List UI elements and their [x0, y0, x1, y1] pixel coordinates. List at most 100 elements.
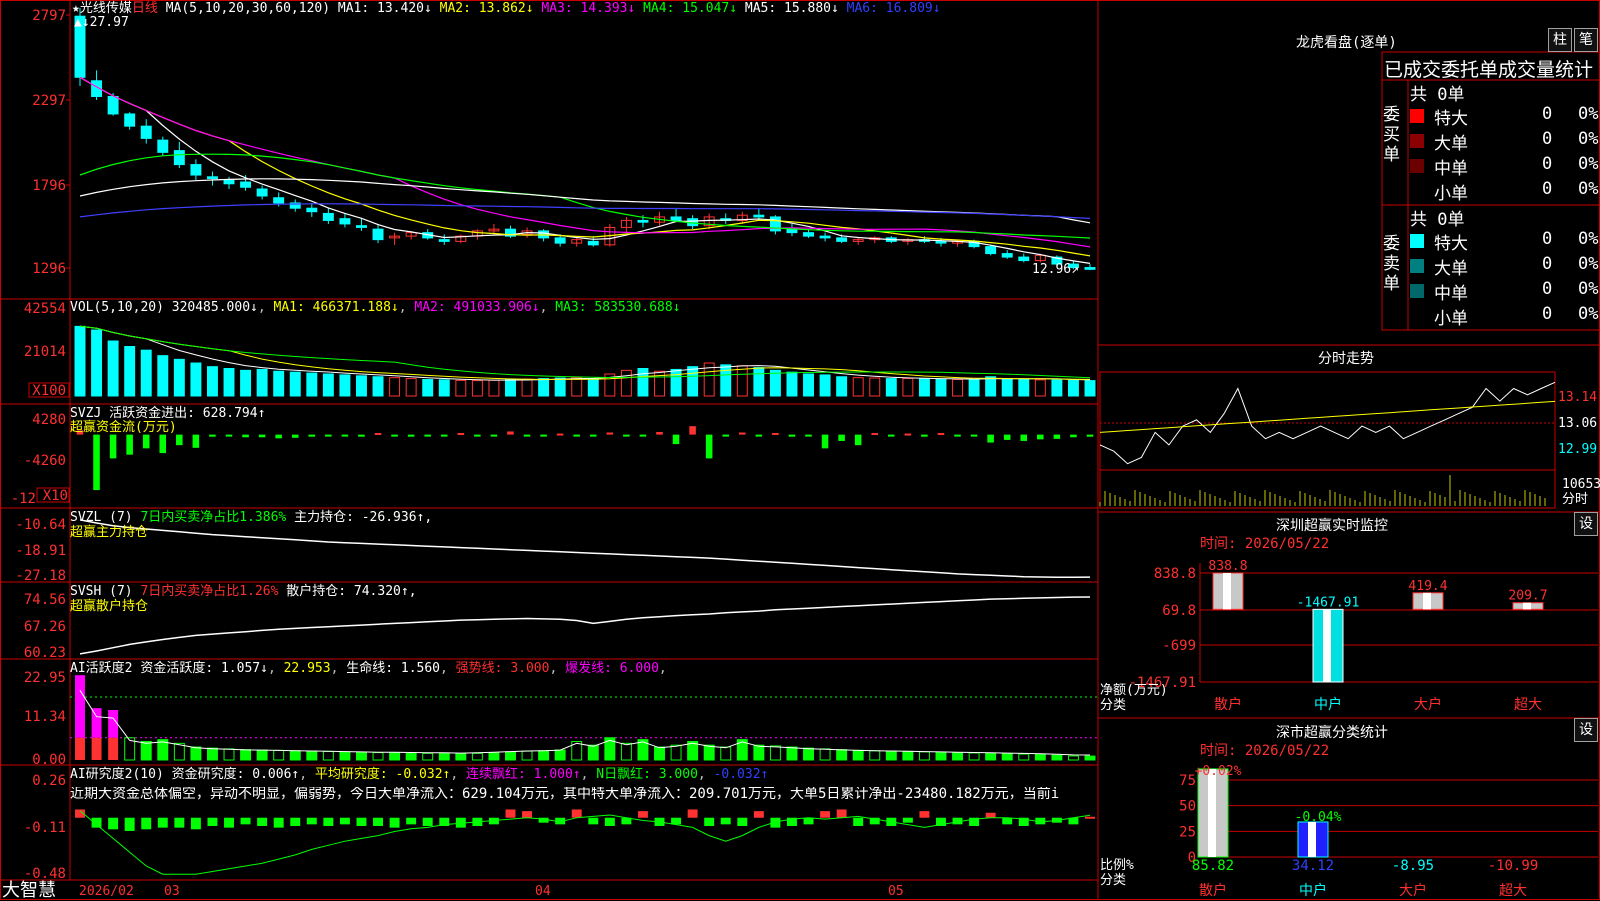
- fs-title: 分时走势: [1318, 351, 1374, 367]
- stock-name[interactable]: 光线传媒: [80, 1, 132, 16]
- ma-value-4: MA4: 15.047↓: [635, 1, 738, 16]
- ai-active-bar: [438, 752, 450, 761]
- ma-value-2: MA2: 13.862↓: [431, 1, 534, 16]
- ai-active-bar: [206, 747, 218, 761]
- vol-bar: [322, 373, 334, 397]
- ai-active-bar: [240, 749, 252, 761]
- ss-ylabel: 比例%: [1100, 858, 1134, 873]
- ss-cat-0: 散户: [1199, 882, 1227, 899]
- ss-bar-highlight: [1208, 768, 1216, 857]
- buy-pct: 0%: [1578, 129, 1599, 149]
- buy-count: 0: [1542, 179, 1553, 199]
- candle-body: [322, 212, 334, 221]
- vol-bar: [521, 378, 533, 397]
- vol-bar: [471, 380, 483, 397]
- ai-active-bar: [819, 748, 831, 761]
- ai-active-bar: [256, 749, 268, 761]
- ai-research-bar: [323, 817, 334, 826]
- ai-research-bar: [1085, 816, 1095, 819]
- svzj-bar: [325, 434, 332, 437]
- vol-bar: [968, 379, 980, 397]
- vol-bar: [720, 364, 732, 397]
- ai-research-bar: [704, 817, 715, 826]
- candle-body: [803, 232, 814, 237]
- sell-count: 0: [1542, 229, 1553, 249]
- candle-body: [339, 218, 351, 225]
- ai-research-bar: [257, 817, 268, 826]
- vol-bar: [455, 379, 467, 397]
- vol-bar: [173, 358, 185, 397]
- ma-header: MA(5,10,20,30,60,120): [165, 1, 331, 16]
- pen-view-button[interactable]: 笔: [1574, 28, 1598, 52]
- candle-body: [190, 164, 202, 176]
- sz-bar-label: 209.7: [1508, 589, 1547, 604]
- vol-bar: [902, 377, 914, 397]
- sz-settings-button[interactable]: 设: [1574, 512, 1598, 536]
- ss-bar-value-0: 85.82: [1192, 858, 1234, 874]
- fs-avg-line: [1099, 400, 1556, 433]
- sell-row: 大单 0 0%: [1410, 254, 1600, 279]
- vol-bar: [1034, 379, 1046, 397]
- ai-research-bar: [919, 811, 930, 818]
- svzj-bar: [176, 434, 183, 446]
- lhb-title: 龙虎看盘(逐单): [1296, 35, 1397, 51]
- sz-bar-highlight: [1323, 609, 1331, 682]
- buy-group-title: 委买单: [1383, 105, 1400, 165]
- svzj-bar: [970, 434, 978, 437]
- ai-active-bar: [1084, 755, 1096, 761]
- buy-total: 共 0单: [1410, 85, 1465, 105]
- vol-tick-max: 42554: [24, 301, 66, 317]
- column-view-button[interactable]: 柱: [1548, 28, 1572, 52]
- svzj-bar: [656, 431, 663, 435]
- ma-value-6: MA6: 16.809↓: [838, 1, 941, 16]
- ai-active-bar: [654, 746, 665, 761]
- vol-bar: [687, 366, 699, 397]
- sell-row: 中单 0 0%: [1410, 279, 1600, 304]
- svzj-bar: [407, 434, 415, 437]
- svzj-bar: [440, 434, 448, 437]
- svzj-bar: [308, 434, 316, 437]
- svsh-tick-1: 67.26: [24, 619, 66, 635]
- fs-vol-max: 10653: [1562, 477, 1600, 492]
- ai-active-bar: [223, 748, 235, 761]
- ss-settings-button[interactable]: 设: [1574, 718, 1598, 742]
- ai-research-comment: 近期大资金总体偏空，异动不明显，偏弱势，今日大单净流入：629.104万元，其中…: [70, 787, 1060, 802]
- vol-bar: [438, 379, 450, 397]
- svzj-bar: [921, 434, 928, 437]
- ai-active-bar: [968, 752, 980, 761]
- sz-tick-1: 69.8: [1162, 603, 1196, 619]
- ai-research-bar: [820, 811, 831, 818]
- vol-bar: [637, 368, 649, 397]
- candle-body: [206, 176, 218, 180]
- sz-tick-2: -699: [1162, 638, 1196, 654]
- candle-body: [273, 197, 285, 204]
- svsh-header: SVSH (7) 7日内买卖净占比1.26% 散户持仓: 74.320↑,: [70, 584, 417, 599]
- svzl-tick-1: -18.91: [15, 543, 66, 559]
- period-label[interactable]: 日线: [132, 1, 158, 16]
- svzj-bar: [391, 434, 398, 437]
- candle-body: [935, 240, 947, 244]
- svzj-bar: [507, 431, 514, 435]
- svzj-bar: [159, 434, 167, 454]
- ai-active-bar: [273, 749, 285, 761]
- vol-bar: [91, 329, 103, 397]
- sell-count: 0: [1542, 254, 1553, 274]
- svzj-header: SVZJ 活跃资金进出: 628.794↑: [70, 406, 266, 421]
- fs-vol-unit: 分时: [1562, 492, 1589, 507]
- vol-bar: [1051, 379, 1063, 397]
- ai-research-bar: [339, 817, 350, 825]
- svzl-tick-2: -27.18: [15, 568, 66, 584]
- price-tick-1796: 1796: [32, 178, 66, 194]
- ai-research-bar: [505, 809, 516, 818]
- sz-cat-1: 中户: [1314, 696, 1342, 713]
- ai-active-bar: [753, 744, 765, 761]
- brand-label[interactable]: 大智慧: [2, 881, 56, 900]
- ai-research-bar: [422, 817, 433, 826]
- ai-active-bar: [91, 737, 102, 760]
- svzj-tick-bottom: -12: [11, 491, 36, 507]
- svzj-bar: [573, 434, 580, 437]
- buy-name: 小单: [1434, 184, 1468, 204]
- ai-research-bar: [571, 809, 582, 818]
- svzj-bar: [374, 433, 382, 436]
- ma-line-5: [79, 178, 1091, 224]
